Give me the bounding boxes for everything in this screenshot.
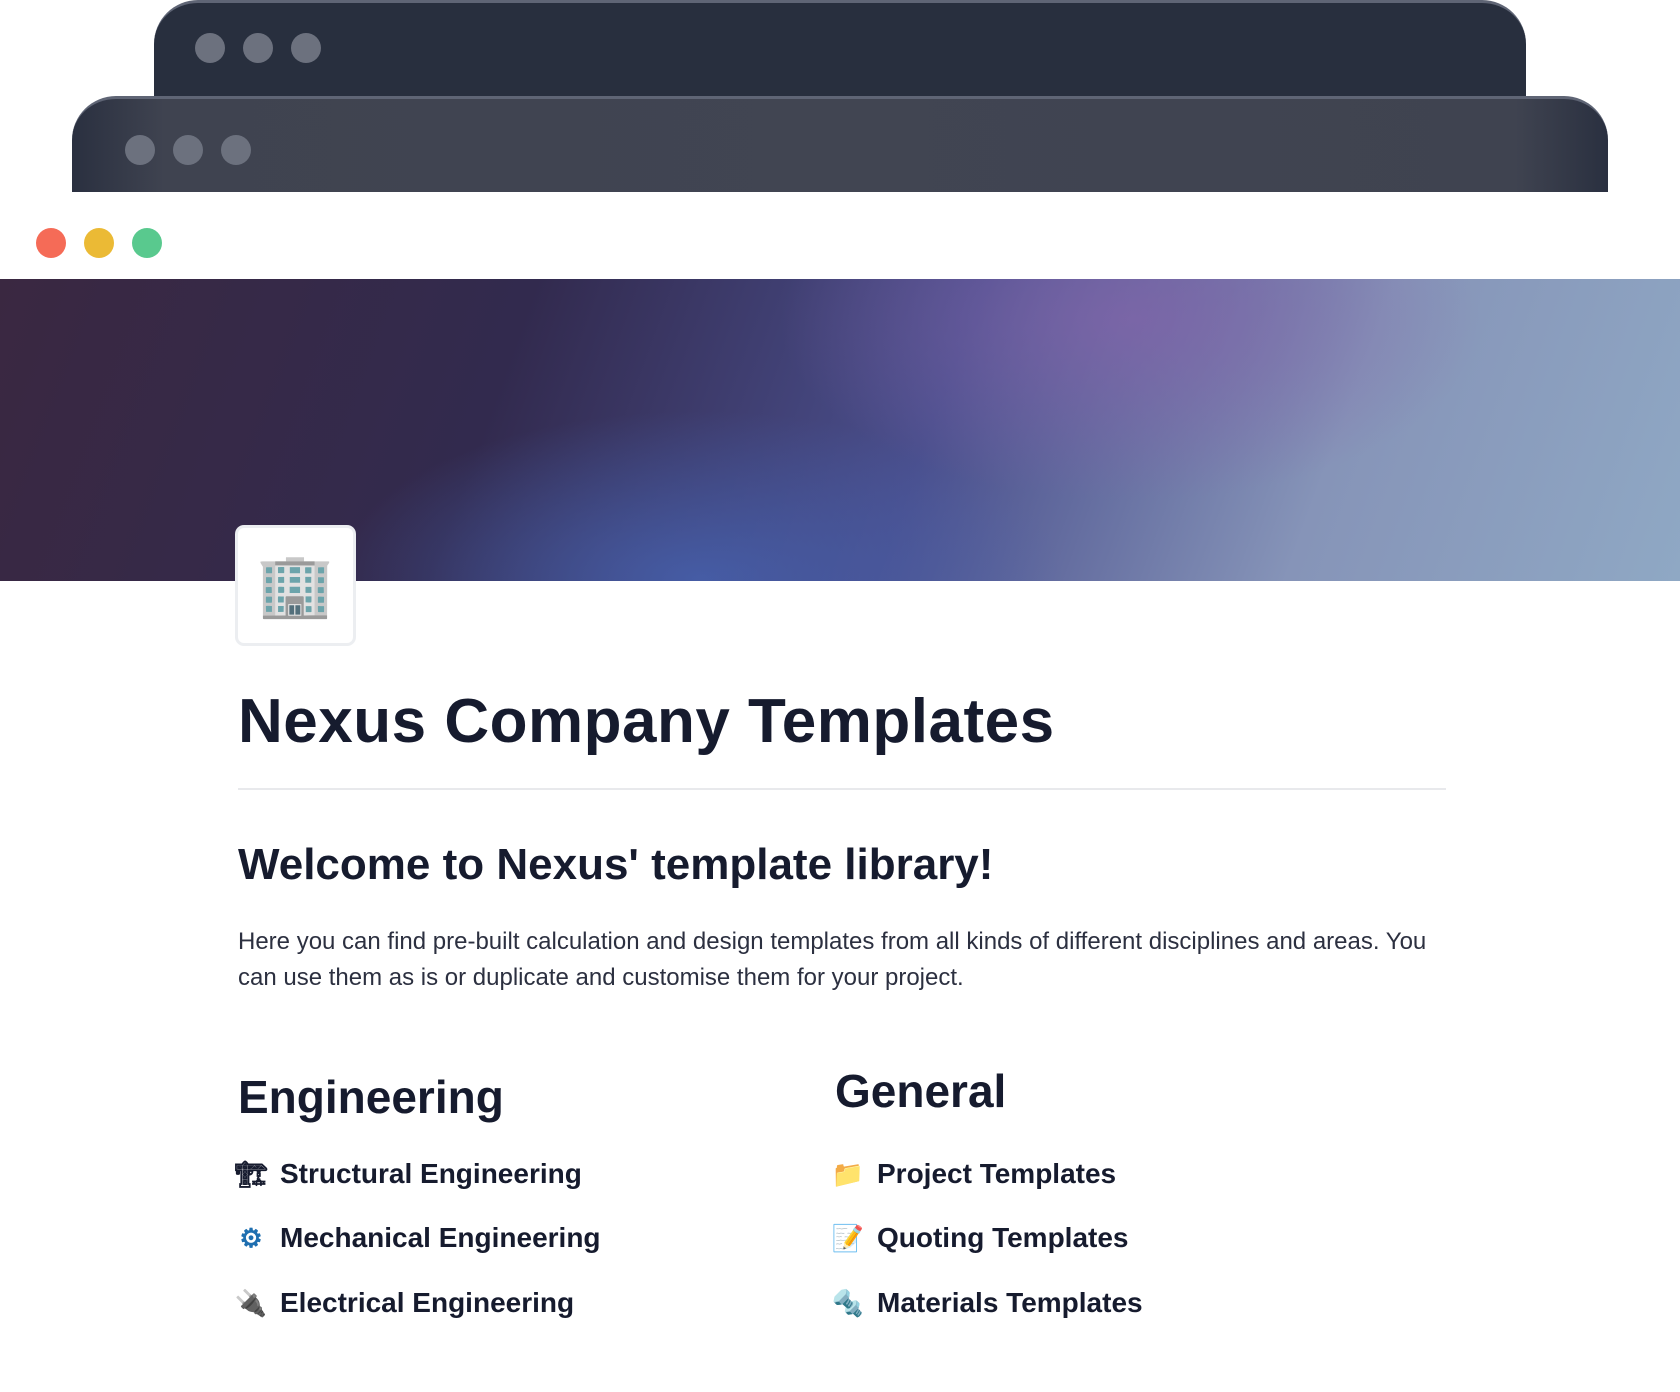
building-construction-icon: 🏗 <box>234 1159 268 1190</box>
link-mechanical-engineering[interactable]: ⚙ Mechanical Engineering <box>234 1222 601 1254</box>
link-label: Materials Templates <box>877 1287 1143 1319</box>
window-dot <box>221 135 251 165</box>
close-window-button[interactable] <box>36 228 66 258</box>
memo-icon: 📝 <box>831 1223 865 1254</box>
engineering-heading: Engineering <box>238 1070 504 1124</box>
link-structural-engineering[interactable]: 🏗 Structural Engineering <box>234 1158 582 1190</box>
background-window-front <box>72 96 1608 192</box>
link-materials-templates[interactable]: 🔩 Materials Templates <box>831 1287 1143 1319</box>
folder-icon: 📁 <box>831 1159 865 1190</box>
minimize-window-button[interactable] <box>84 228 114 258</box>
link-electrical-engineering[interactable]: 🔌 Electrical Engineering <box>234 1287 574 1319</box>
office-building-icon[interactable]: 🏢 <box>238 528 353 643</box>
page-title: Nexus Company Templates <box>238 686 1055 757</box>
link-quoting-templates[interactable]: 📝 Quoting Templates <box>831 1222 1129 1254</box>
link-label: Project Templates <box>877 1158 1116 1190</box>
background-window-back <box>154 0 1526 100</box>
link-label: Electrical Engineering <box>280 1287 574 1319</box>
link-label: Quoting Templates <box>877 1222 1129 1254</box>
welcome-heading: Welcome to Nexus' template library! <box>238 840 993 890</box>
window-dot <box>195 33 225 63</box>
intro-paragraph: Here you can find pre-built calculation … <box>238 924 1458 996</box>
nut-and-bolt-icon: 🔩 <box>831 1288 865 1319</box>
window-dot <box>173 135 203 165</box>
maximize-window-button[interactable] <box>132 228 162 258</box>
divider <box>238 788 1446 790</box>
cable-icon: 🔌 <box>234 1288 268 1319</box>
motor-icon: ⚙ <box>234 1223 268 1254</box>
general-heading: General <box>835 1064 1006 1118</box>
window-dot <box>125 135 155 165</box>
link-label: Structural Engineering <box>280 1158 582 1190</box>
link-project-templates[interactable]: 📁 Project Templates <box>831 1158 1116 1190</box>
link-label: Mechanical Engineering <box>280 1222 601 1254</box>
window-dot <box>243 33 273 63</box>
window-dot <box>291 33 321 63</box>
